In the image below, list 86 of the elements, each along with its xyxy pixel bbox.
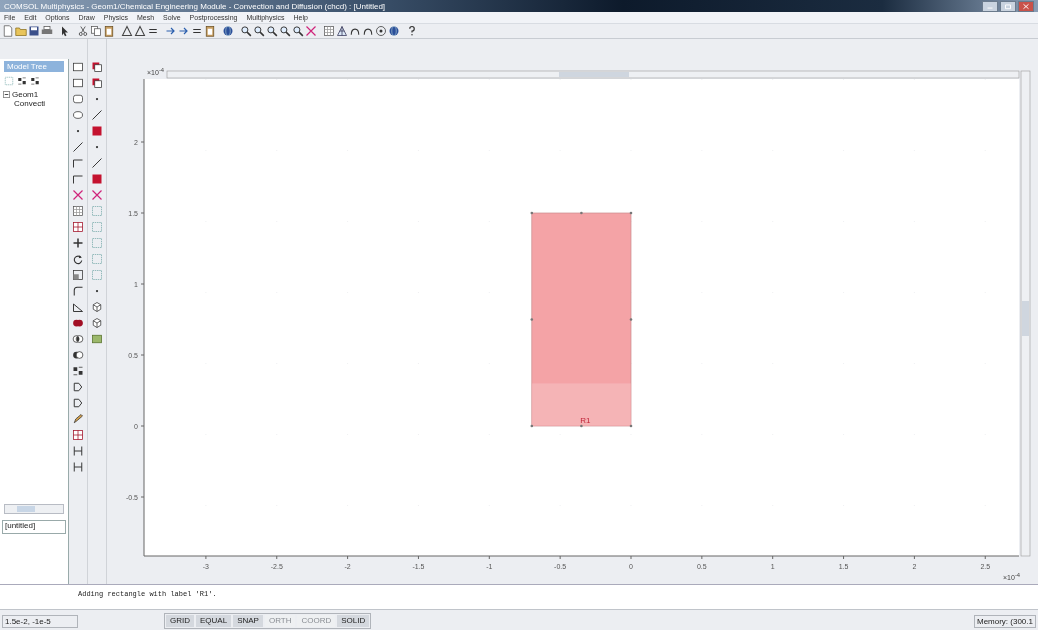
dotted-square-icon[interactable]: [91, 269, 103, 281]
crossed-lines-icon[interactable]: [305, 25, 317, 37]
mesh-icon[interactable]: [336, 25, 348, 37]
pencil-icon[interactable]: [72, 413, 84, 425]
array-icon[interactable]: [72, 429, 84, 441]
composite-icon[interactable]: [17, 76, 27, 86]
clipboard-icon[interactable]: [204, 25, 216, 37]
printer-icon[interactable]: [41, 25, 53, 37]
toggle-button[interactable]: GRID: [166, 615, 194, 627]
stacked-squares-icon[interactable]: [91, 61, 103, 73]
maximize-icon: [1003, 2, 1013, 10]
window-title: COMSOL Multiphysics - Geom1/Chemical Engineering Module - Convection and Diffusion (chcd) : [Untitled]: [4, 1, 386, 11]
dotted-square-icon[interactable]: [4, 76, 14, 86]
ellipse-icon[interactable]: [72, 109, 84, 121]
square-icon[interactable]: [91, 173, 103, 185]
vertical-scrollbar[interactable]: [1020, 70, 1031, 557]
grid-icon[interactable]: [72, 205, 84, 217]
line-icon[interactable]: [91, 157, 103, 169]
scissors-icon[interactable]: [77, 25, 89, 37]
polyline-icon[interactable]: [72, 173, 84, 185]
sphere-icon[interactable]: [388, 25, 400, 37]
difference-icon[interactable]: [72, 349, 84, 361]
dimension-icon[interactable]: [72, 445, 84, 457]
close-icon: [1021, 2, 1031, 10]
dimension-icon[interactable]: [72, 461, 84, 473]
memory-readout: Memory: (300.1: [973, 614, 1036, 628]
zoom-icon[interactable]: [240, 25, 252, 37]
crossed-lines-icon[interactable]: [72, 189, 84, 201]
rectangle-icon[interactable]: [72, 61, 84, 73]
rotate-icon[interactable]: [72, 253, 84, 265]
move-icon[interactable]: [72, 237, 84, 249]
zoom-icon[interactable]: [253, 25, 265, 37]
chamfer-icon[interactable]: [72, 301, 84, 313]
tree-item[interactable]: Geom1: [12, 90, 39, 99]
rounded-rectangle-icon[interactable]: [72, 93, 84, 105]
toggle-button[interactable]: SNAP: [233, 615, 263, 627]
collapse-icon[interactable]: [3, 91, 10, 98]
array-icon[interactable]: [72, 221, 84, 233]
rectangle-icon[interactable]: [72, 77, 84, 89]
pointer-icon[interactable]: [59, 25, 71, 37]
stacked-squares-icon[interactable]: [91, 77, 103, 89]
triangle-icon[interactable]: [121, 25, 133, 37]
framed-square-icon[interactable]: [91, 333, 103, 345]
composite-icon[interactable]: [72, 365, 84, 377]
intersection-icon[interactable]: [72, 333, 84, 345]
zoom-icon[interactable]: [266, 25, 278, 37]
dotted-square-icon[interactable]: [91, 205, 103, 217]
polyline-icon[interactable]: [72, 157, 84, 169]
zoom-icon[interactable]: [279, 25, 291, 37]
minimize-button[interactable]: [982, 0, 998, 12]
close-button[interactable]: [1018, 0, 1034, 12]
outline-shape-icon[interactable]: [72, 381, 84, 393]
line-icon[interactable]: [72, 141, 84, 153]
arrow-icon[interactable]: [178, 25, 190, 37]
maximize-button[interactable]: [1000, 0, 1016, 12]
save-icon[interactable]: [28, 25, 40, 37]
horizontal-scrollbar[interactable]: [4, 504, 64, 514]
crossed-lines-icon[interactable]: [91, 189, 103, 201]
toggle-button[interactable]: SOLID: [337, 615, 370, 627]
coordinates-readout: 1.5e-2, -1e-5: [2, 614, 78, 628]
help-icon[interactable]: [406, 25, 418, 37]
triangle-icon[interactable]: [134, 25, 146, 37]
arrow-icon[interactable]: [165, 25, 177, 37]
sphere-icon[interactable]: [222, 25, 234, 37]
composite-icon[interactable]: [30, 76, 40, 86]
cube-icon[interactable]: [91, 317, 103, 329]
dotted-square-icon[interactable]: [91, 237, 103, 249]
scale-icon[interactable]: [72, 269, 84, 281]
copy-icon[interactable]: [90, 25, 102, 37]
zoom-icon[interactable]: [292, 25, 304, 37]
text-field[interactable]: [untitled]: [2, 520, 66, 534]
dotted-square-icon[interactable]: [91, 221, 103, 233]
dotted-square-icon[interactable]: [91, 253, 103, 265]
outline-shape-icon[interactable]: [72, 397, 84, 409]
fillet-icon[interactable]: [72, 285, 84, 297]
cube-icon[interactable]: [91, 301, 103, 313]
horizontal-scrollbar[interactable]: [166, 70, 1020, 79]
square-icon[interactable]: [91, 125, 103, 137]
union-icon[interactable]: [72, 317, 84, 329]
line-icon[interactable]: [91, 109, 103, 121]
target-icon[interactable]: [375, 25, 387, 37]
object-label: R1: [580, 416, 591, 425]
tree-item[interactable]: Convecti: [14, 99, 46, 108]
toggle-button[interactable]: EQUAL: [196, 615, 232, 627]
grid-icon[interactable]: [323, 25, 335, 37]
clipboard-icon[interactable]: [103, 25, 115, 37]
